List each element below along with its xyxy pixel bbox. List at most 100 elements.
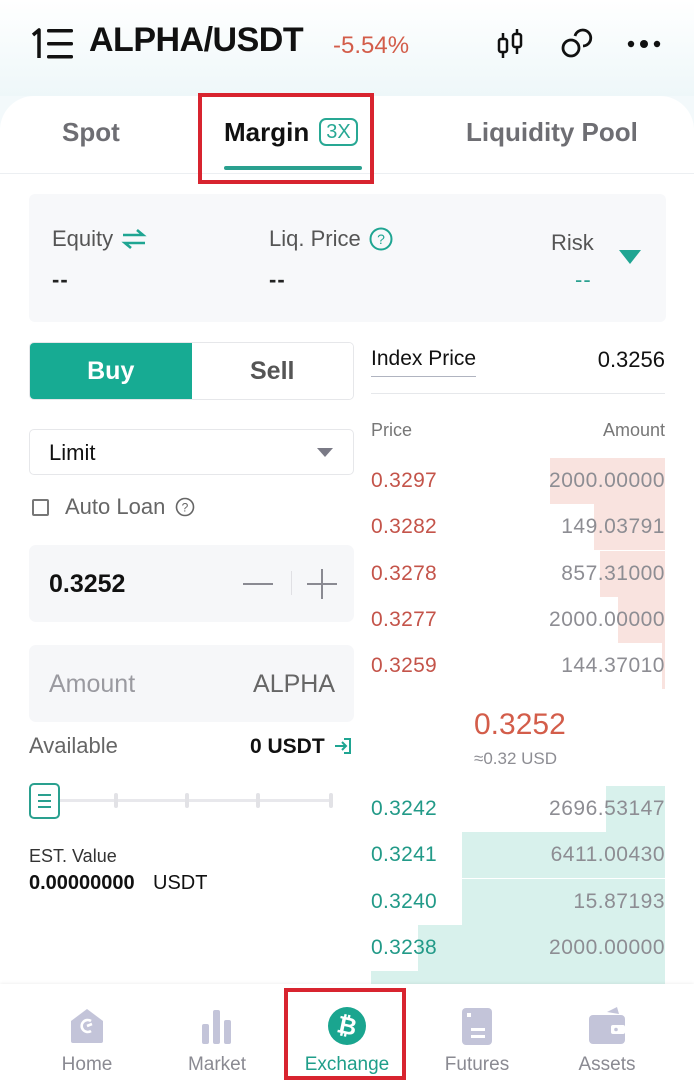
auto-loan-option: Auto Loan ? (32, 494, 195, 520)
bid-amount: 2000.00000 (549, 935, 665, 959)
ask-amount: 149.03791 (561, 515, 665, 539)
bottom-nav: Home Market ₿ Exchange Futures Assets (0, 984, 694, 1080)
help-icon[interactable]: ? (369, 227, 393, 251)
index-price-value: 0.3256 (597, 347, 665, 372)
bid-row[interactable]: 0.3238 2000.00000 (371, 924, 665, 971)
liq-price-label-text: Liq. Price (269, 226, 361, 251)
divider (371, 393, 665, 394)
nav-exchange-label: Exchange (304, 1054, 390, 1075)
ask-amount: 857.31000 (561, 561, 665, 585)
ask-amount: 144.37010 (561, 654, 665, 678)
est-value: 0.00000000 (29, 872, 135, 894)
equity-label[interactable]: Equity (52, 226, 147, 252)
ask-price: 0.3297 (371, 469, 438, 492)
price-change-percent: -5.54% (333, 32, 410, 59)
slider-tick-100[interactable] (329, 793, 333, 808)
est-value-unit: USDT (153, 872, 208, 894)
tab-spot[interactable]: Spot (62, 117, 120, 148)
nav-market-label: Market (187, 1054, 247, 1075)
index-price-label[interactable]: Index Price (371, 347, 477, 377)
bid-price: 0.3242 (371, 797, 438, 820)
ask-price: 0.3282 (371, 515, 438, 539)
bid-amount: 15.87193 (573, 889, 665, 913)
slider-tick-25[interactable] (114, 793, 118, 808)
svg-text:?: ? (182, 501, 189, 515)
ask-row[interactable]: 0.3278 857.31000 (371, 550, 665, 597)
trade-tabs: Spot Margin 3X Liquidity Pool (0, 96, 694, 174)
transfer-in-icon[interactable] (333, 736, 353, 756)
auto-loan-label: Auto Loan (65, 494, 166, 519)
bid-price: 0.3241 (371, 843, 438, 867)
bid-price: 0.3238 (371, 935, 438, 959)
amount-unit: ALPHA (253, 670, 335, 698)
last-price-usd: ≈0.32 USD (474, 749, 558, 768)
nav-futures[interactable]: Futures (412, 984, 542, 1080)
bid-amount: 6411.00430 (550, 843, 665, 867)
bid-row[interactable]: 0.3240 15.87193 (371, 878, 665, 925)
nav-assets-label: Assets (578, 1054, 636, 1075)
buy-sell-toggle: Buy Sell (29, 342, 354, 400)
tab-margin[interactable]: Margin 3X (224, 117, 358, 148)
header: ALPHA/USDT -5.54% (0, 0, 694, 96)
futures-icon (462, 1008, 492, 1045)
bitcoin-exchange-icon: ₿ (328, 1007, 366, 1045)
ask-row[interactable]: 0.3277 2000.00000 (371, 596, 665, 643)
leverage-badge: 3X (319, 118, 358, 146)
chevron-down-icon (317, 448, 333, 457)
market-chart-icon (202, 1010, 231, 1044)
equity-value: -- (52, 267, 69, 292)
decrease-price-button[interactable] (243, 570, 275, 598)
trade-panel: Spot Margin 3X Liquidity Pool Equity -- L… (0, 93, 694, 986)
last-price[interactable]: 0.3252 (474, 708, 566, 742)
buy-button[interactable]: Buy (30, 343, 192, 399)
available-label: Available (29, 733, 118, 758)
amount-slider[interactable] (29, 781, 339, 821)
swap-icon[interactable] (121, 228, 147, 250)
nav-home[interactable]: Home (22, 984, 152, 1080)
bid-row[interactable]: 0.3242 2696.53147 (371, 786, 665, 832)
active-tab-indicator (224, 166, 362, 170)
svg-text:?: ? (377, 231, 385, 247)
tab-liquidity-pool[interactable]: Liquidity Pool (466, 117, 638, 148)
slider-tick-75[interactable] (256, 793, 260, 808)
orderbook-price-header: Price (371, 420, 413, 440)
menu-icon[interactable] (30, 26, 76, 60)
slider-handle[interactable] (29, 783, 60, 819)
risk-label: Risk (551, 230, 594, 255)
nav-exchange[interactable]: ₿ Exchange (282, 984, 412, 1080)
risk-expand-icon[interactable] (619, 250, 641, 264)
wallet-icon (589, 1007, 625, 1044)
equity-label-text: Equity (52, 226, 114, 251)
auto-loan-checkbox[interactable] (32, 498, 49, 516)
ask-row[interactable]: 0.3259 144.37010 (371, 643, 665, 690)
liq-price-label: Liq. Price ? (269, 226, 393, 252)
help-icon[interactable]: ? (175, 497, 195, 517)
nav-assets[interactable]: Assets (542, 984, 672, 1080)
candlestick-chart-icon[interactable] (490, 24, 530, 64)
ask-price: 0.3259 (371, 654, 438, 678)
bid-row[interactable]: 0.3241 6411.00430 (371, 832, 665, 879)
link-icon[interactable] (556, 24, 596, 64)
slider-track (49, 799, 333, 802)
slider-tick-50[interactable] (185, 793, 189, 808)
ask-row[interactable]: 0.3297 2000.00000 (371, 458, 665, 504)
bid-price: 0.3240 (371, 889, 438, 913)
ask-row[interactable]: 0.3282 149.03791 (371, 504, 665, 551)
sell-button[interactable]: Sell (191, 343, 353, 399)
pair-title[interactable]: ALPHA/USDT (89, 21, 304, 60)
increase-price-button[interactable] (307, 568, 339, 600)
amount-placeholder: Amount (49, 670, 136, 698)
nav-market[interactable]: Market (152, 984, 282, 1080)
ask-price: 0.3278 (371, 561, 438, 585)
orderbook-amount-header: Amount (602, 420, 665, 440)
price-input[interactable]: 0.3252 (29, 545, 354, 622)
stepper-divider (291, 571, 292, 595)
nav-home-label: Home (61, 1054, 113, 1075)
ask-amount: 2000.00000 (549, 469, 665, 492)
home-icon (71, 1009, 103, 1043)
amount-input[interactable]: Amount ALPHA (29, 645, 354, 722)
tab-margin-label: Margin (224, 117, 310, 147)
more-icon[interactable] (624, 24, 664, 64)
ask-price: 0.3277 (371, 607, 438, 631)
order-type-select[interactable]: Limit (29, 429, 354, 475)
